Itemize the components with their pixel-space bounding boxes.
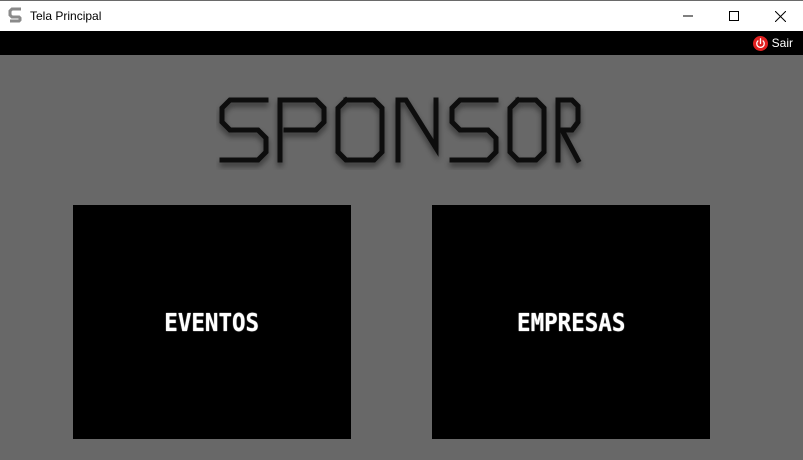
logout-button[interactable]: Sair [752,35,793,51]
power-icon [752,35,768,51]
s-app-icon [8,7,22,23]
logout-label: Sair [771,36,793,50]
close-button[interactable] [757,1,803,31]
sponsor-logo [219,96,582,164]
empresas-label: EMPRESAS [516,307,626,337]
main-window: Tela Principal Sair EVENTOS EMPRESAS [0,0,803,460]
eventos-label: EVENTOS [164,307,260,337]
title-bar: Tela Principal [0,0,803,31]
maximize-icon [729,11,739,21]
window-title: Tela Principal [30,9,102,23]
top-toolbar: Sair [0,31,803,55]
minimize-button[interactable] [665,1,711,31]
eventos-tile-button[interactable]: EVENTOS [73,205,351,439]
close-icon [774,10,786,22]
minimize-icon [683,15,693,17]
empresas-tile-button[interactable]: EMPRESAS [432,205,710,439]
maximize-button[interactable] [711,1,757,31]
